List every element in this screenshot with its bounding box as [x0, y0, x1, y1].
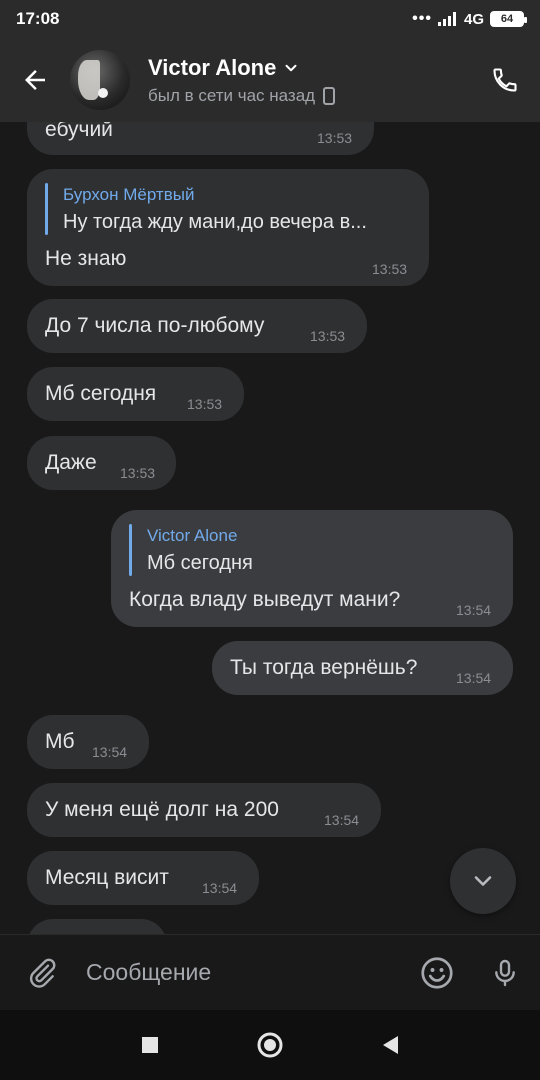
back-nav-button[interactable] [370, 1025, 410, 1065]
chat-name: Victor Alone [148, 54, 277, 80]
attach-button[interactable] [0, 935, 84, 1011]
circle-icon [257, 1032, 283, 1058]
last-seen-status: был в сети час назад [148, 85, 316, 105]
paperclip-icon [29, 958, 56, 988]
message-time: 13:54 [456, 602, 492, 618]
status-indicators: ••• 4G 64 [412, 10, 527, 28]
message-bubble[interactable]: У меня ещё долг на 200 13:54 [27, 783, 381, 837]
home-button[interactable] [250, 1025, 290, 1065]
message-bubble[interactable] [27, 919, 167, 934]
message-text: Ты тогда вернёшь? [230, 656, 418, 679]
phone-icon [493, 68, 517, 92]
message-text: Мб [45, 730, 75, 753]
signal-icon [437, 12, 456, 26]
message-text: Месяц висит [45, 866, 169, 889]
message-bubble[interactable]: Бурхон Мёртвый Ну тогда жду мани,до вече… [27, 169, 429, 286]
message-list[interactable]: ебучий 13:53 Бурхон Мёртвый Ну тогда жду… [0, 122, 540, 934]
notification-dots: ••• [412, 10, 432, 27]
message-composer [0, 934, 540, 1010]
avatar[interactable] [70, 50, 130, 110]
battery-icon: 64 [490, 11, 527, 27]
reply-text: Ну тогда жду мани,до вечера в... [63, 211, 367, 233]
call-button[interactable] [470, 38, 540, 122]
message-time: 13:54 [92, 744, 128, 760]
message-bubble[interactable]: До 7 числа по-любому 13:53 [27, 299, 367, 353]
message-bubble[interactable]: ебучий 13:53 [27, 122, 374, 155]
message-text: ебучий [45, 122, 113, 141]
message-text: Не знаю [45, 247, 127, 270]
message-time: 13:53 [372, 261, 408, 277]
message-time: 13:54 [324, 812, 360, 828]
status-bar: 17:08 ••• 4G 64 [0, 0, 540, 38]
message-text: До 7 числа по-любому [45, 314, 265, 337]
message-time: 13:54 [202, 880, 238, 896]
square-icon [142, 1037, 158, 1053]
network-type: 4G [463, 10, 484, 28]
message-time: 13:53 [310, 328, 346, 344]
message-time: 13:53 [187, 396, 223, 412]
message-bubble[interactable]: Месяц висит 13:54 [27, 851, 259, 905]
message-bubble-outgoing[interactable]: Victor Alone Мб сегодня Когда владу выве… [111, 510, 513, 627]
reply-author: Victor Alone [147, 526, 238, 545]
message-time: 13:53 [120, 465, 156, 481]
message-bubble[interactable]: Даже 13:53 [27, 436, 176, 490]
smiley-icon [421, 956, 453, 989]
message-input[interactable] [84, 947, 404, 998]
mobile-device-icon [323, 86, 336, 105]
message-text: Мб сегодня [45, 382, 157, 405]
chevron-down-icon [474, 876, 492, 886]
status-time: 17:08 [16, 9, 60, 28]
reply-author: Бурхон Мёртвый [63, 185, 195, 204]
reply-text: Мб сегодня [147, 552, 253, 574]
microphone-icon [495, 959, 515, 986]
message-bubble-outgoing[interactable]: Ты тогда вернёшь? 13:54 [212, 641, 513, 695]
voice-message-button[interactable] [470, 935, 540, 1011]
back-button[interactable] [0, 38, 70, 122]
message-bubble[interactable]: Мб 13:54 [27, 715, 149, 769]
emoji-button[interactable] [404, 935, 470, 1011]
triangle-back-icon [383, 1036, 398, 1054]
message-text: Даже [45, 451, 97, 474]
system-nav-bar [0, 1010, 540, 1080]
message-time: 13:53 [317, 130, 353, 146]
message-text: У меня ещё долг на 200 [45, 798, 279, 821]
message-time: 13:54 [456, 670, 492, 686]
chat-header: Victor Alone был в сети час назад [0, 38, 540, 122]
reply-indicator [129, 524, 132, 576]
reply-indicator [45, 183, 48, 235]
message-text: Когда владу выведут мани? [129, 588, 401, 611]
arrow-left-icon [25, 70, 45, 90]
recents-button[interactable] [130, 1025, 170, 1065]
message-bubble[interactable]: Мб сегодня 13:53 [27, 367, 244, 421]
chevron-down-icon [285, 64, 297, 71]
chat-title-block[interactable]: Victor Alone был в сети час назад [148, 54, 336, 106]
scroll-down-button[interactable] [450, 848, 516, 914]
